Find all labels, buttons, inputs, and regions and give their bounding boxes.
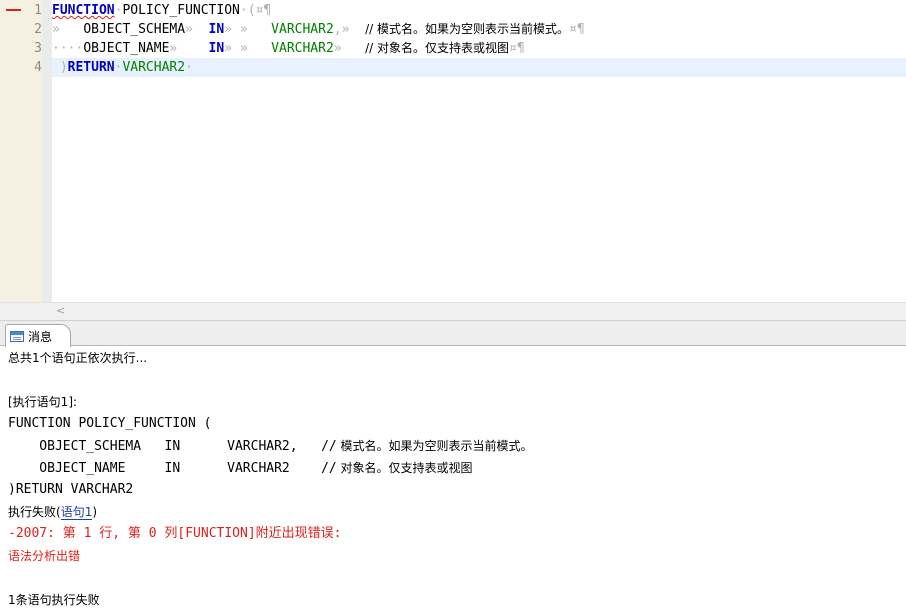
param-mode: IN [208,22,225,37]
param-comma: , [333,22,342,37]
whitespace-marks: ¤¶ [255,3,272,18]
editor-margin [0,0,22,302]
scroll-left-icon[interactable]: < [56,304,65,317]
code-comment: // 模式名。如果为空则表示当前模式。 [365,22,570,36]
messages-output: 总共1个语句正依次执行... [执行语句1]: FUNCTION POLICY_… [0,347,906,612]
param-mode: IN [208,41,225,56]
line-number: 2 [34,22,42,37]
line-number: 4 [34,60,42,75]
code-line-1[interactable]: FUNCTION·POLICY_FUNCTION·(¤¶ [52,1,906,20]
message-summary: 总共1个语句正依次执行... [8,351,148,365]
line-number: 3 [34,41,42,56]
scrollbar-corner [0,302,52,320]
panel-tab-bar: 消息 [0,320,906,347]
line-number: 1 [34,3,42,18]
message-icon [10,330,24,342]
param-type: VARCHAR2 [271,41,334,56]
message-code-line: OBJECT_SCHEMA IN VARCHAR2, // 模式名。如果为空则表… [8,439,533,454]
message-code-line: OBJECT_NAME IN VARCHAR2 // 对象名。仅支持表或视图 [8,461,473,476]
keyword-function: FUNCTION [52,3,115,18]
code-comment: // 对象名。仅支持表或视图 [365,41,510,55]
tab-messages[interactable]: 消息 [5,324,72,347]
tab-messages-label: 消息 [28,329,53,344]
message-code-line: FUNCTION POLICY_FUNCTION ( [8,416,212,431]
gutter-border [42,0,52,302]
function-name: POLICY_FUNCTION [122,3,240,18]
whitespace-marks: ¤¶ [509,41,525,56]
close-paren: ) [59,60,68,75]
error-message: -2007: 第 1 行, 第 0 列[FUNCTION]附近出现错误: [8,526,342,541]
message-code-line: )RETURN VARCHAR2 [8,482,134,497]
whitespace-marks: ¤¶ [569,22,585,37]
keyword-return: RETURN [67,60,115,75]
statement-link[interactable]: 语句1 [60,505,93,520]
error-detail: 语法分析出错 [8,549,81,563]
open-paren: ( [247,3,256,18]
message-exec-header: [执行语句1]: [8,395,78,409]
param-name: OBJECT_NAME [83,41,170,56]
code-line-4[interactable]: )RETURN·VARCHAR2· [52,58,906,77]
code-line-3[interactable]: ····OBJECT_NAME» IN» » VARCHAR2» // 对象名。… [52,39,906,58]
message-exec-failed: 执行失败(语句1) [8,505,98,520]
message-footer: 1条语句执行失败 [8,593,100,607]
sql-editor[interactable]: 1 2 3 4 FUNCTION·POLICY_FUNCTION·(¤¶ » O… [0,0,906,302]
param-name: OBJECT_SCHEMA [83,22,186,37]
horizontal-scrollbar[interactable]: < [52,302,906,320]
leading-spaces: ···· [52,41,84,56]
error-marker-icon[interactable] [6,9,21,11]
param-type: VARCHAR2 [271,22,334,37]
return-type: VARCHAR2 [122,60,186,75]
code-line-2[interactable]: » OBJECT_SCHEMA» IN» » VARCHAR2,» // 模式名… [52,20,906,39]
